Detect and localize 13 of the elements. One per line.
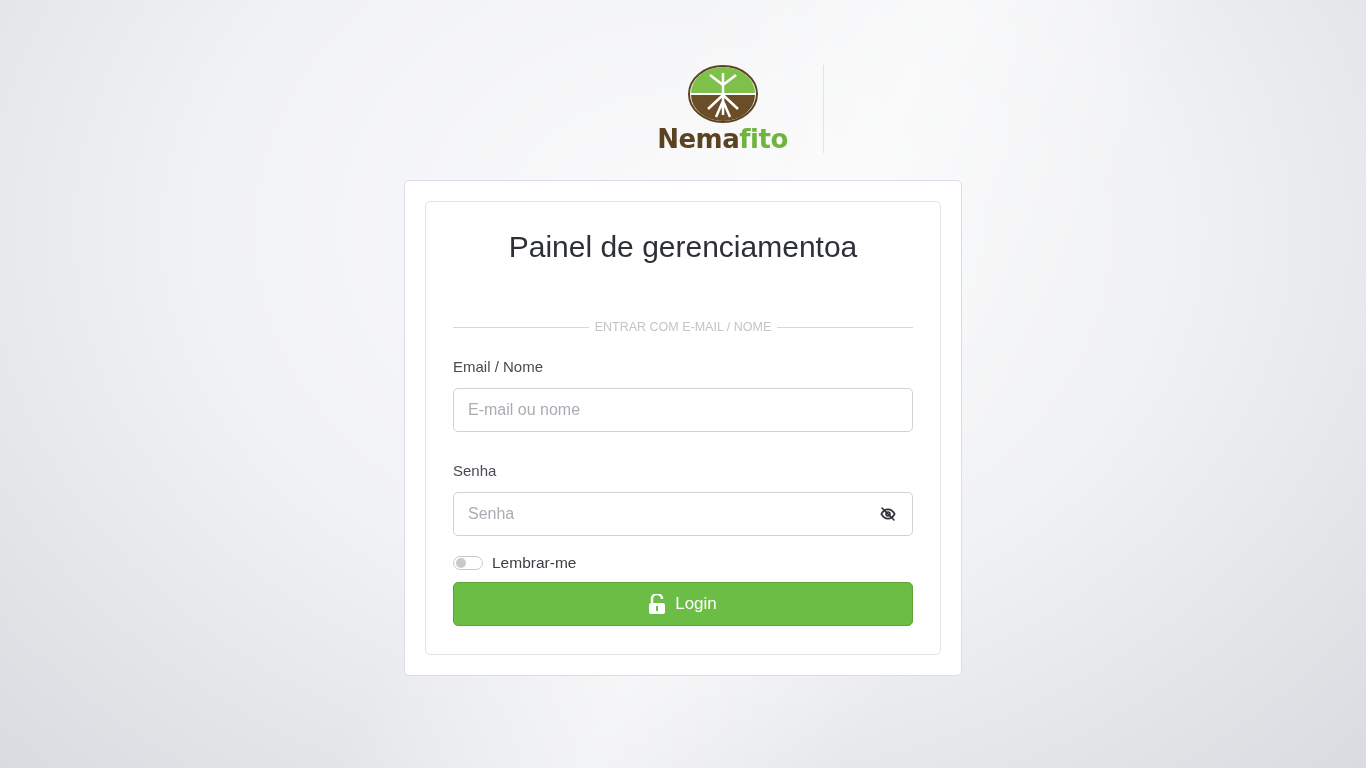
field-label: Senha <box>453 462 498 479</box>
field-label: Email / Nome <box>453 358 545 375</box>
input-field[interactable]: E-mail ou nome <box>453 388 913 432</box>
eye-off-icon[interactable] <box>880 506 896 522</box>
divider-label: ENTRAR COM E-MAIL / NOME <box>594 320 772 334</box>
password-field[interactable]: Senha <box>453 492 913 536</box>
login-button[interactable]: Login <box>453 582 913 626</box>
toggle-label: Lembrar-me <box>492 554 577 572</box>
tree-logo-icon <box>687 65 758 123</box>
form-title: Painel de gerenciamentoa <box>507 230 859 264</box>
unlock-icon <box>649 594 666 614</box>
toggle-switch[interactable] <box>453 556 483 570</box>
logo-wordmark: Nemafito <box>657 125 788 153</box>
